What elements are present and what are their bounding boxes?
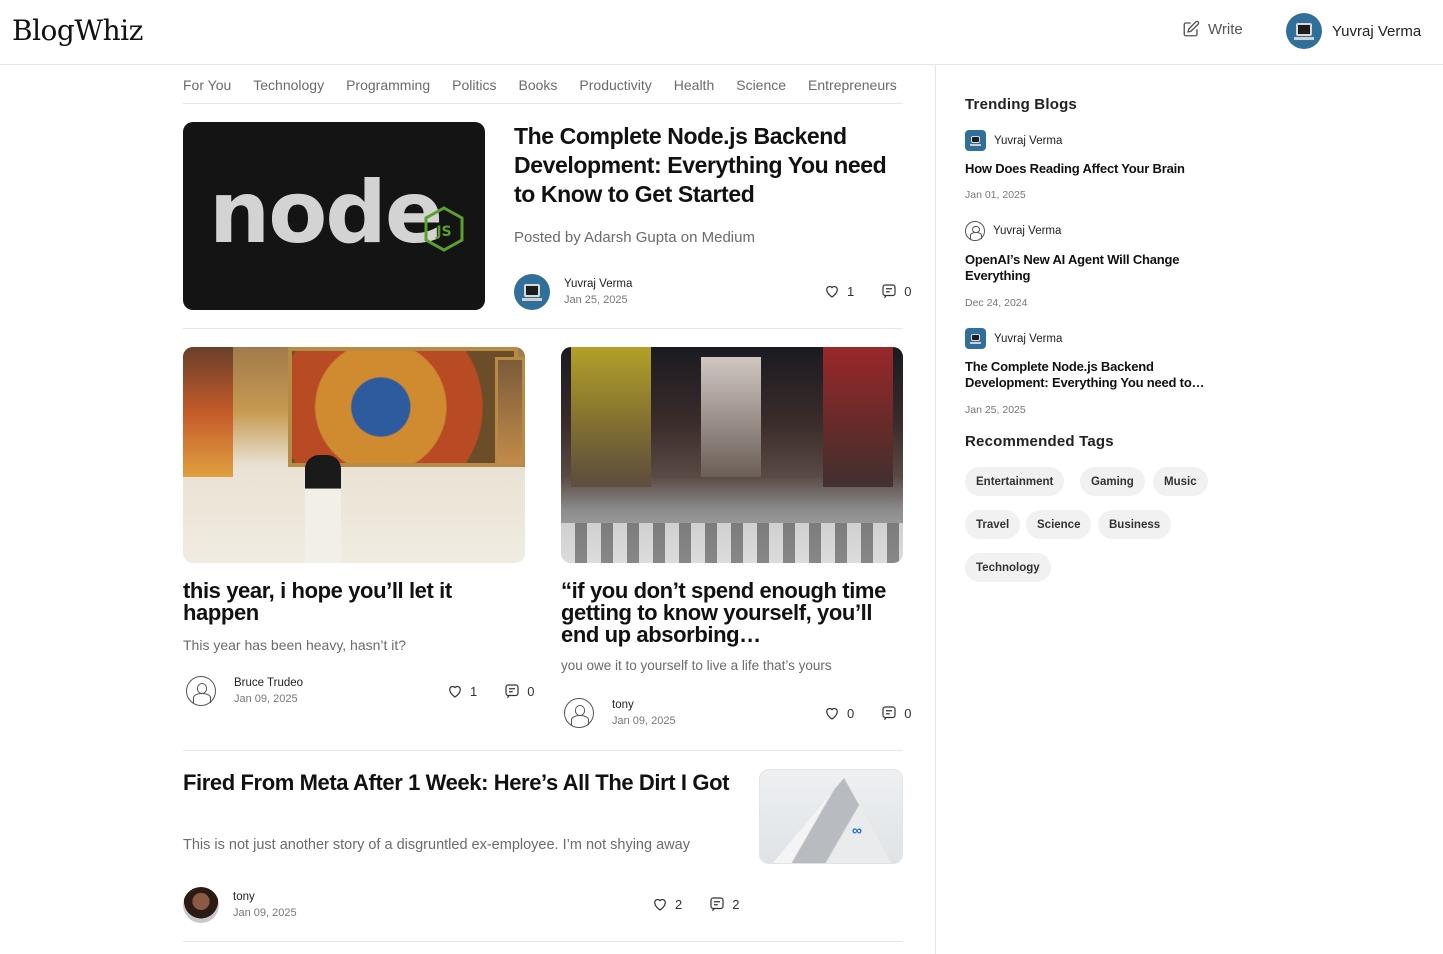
article-author[interactable]: tony Jan 09, 2025 <box>564 698 676 728</box>
article-thumbnail[interactable]: ∞ <box>759 769 903 864</box>
article-thumbnail[interactable] <box>183 347 525 563</box>
article-stats: 1 0 <box>823 282 911 300</box>
article-title[interactable]: The Complete Node.js Backend Development… <box>514 122 894 209</box>
divider <box>183 750 903 751</box>
tag-entertainment[interactable]: Entertainment <box>965 467 1065 496</box>
article-excerpt: you owe it to yourself to live a life th… <box>561 658 832 673</box>
tags-heading: Recommended Tags <box>965 433 1114 450</box>
svg-text:JS: JS <box>435 224 451 240</box>
article-thumbnail[interactable] <box>561 347 903 563</box>
site-logo[interactable]: BlogWhiz <box>12 14 143 47</box>
article-author[interactable]: Bruce Trudeo Jan 09, 2025 <box>186 676 303 706</box>
comment-count: 2 <box>732 896 740 912</box>
user-name: Yuvraj Verma <box>1332 22 1422 40</box>
write-label: Write <box>1208 20 1243 38</box>
comment-count: 0 <box>904 283 912 299</box>
trending-author[interactable]: Yuvraj Verma <box>965 328 1062 349</box>
author-name: Bruce Trudeo <box>234 677 304 689</box>
comment-count: 0 <box>527 683 535 699</box>
divider <box>183 328 903 329</box>
node-logo-text: node <box>209 163 443 263</box>
trending-date: Dec 24, 2024 <box>965 297 1028 309</box>
article-excerpt: This year has been heavy, hasn’t it? <box>183 637 407 653</box>
author-name: Yuvraj Verma <box>994 332 1063 345</box>
article-author[interactable]: Yuvraj Verma Jan 25, 2025 <box>514 274 632 310</box>
trending-heading: Trending Blogs <box>965 96 1077 113</box>
edit-square-icon <box>1183 20 1200 37</box>
author-name: Yuvraj Verma <box>993 225 1062 237</box>
like-count: 1 <box>847 283 855 299</box>
user-circle-icon <box>965 221 985 241</box>
article-title[interactable]: Fired From Meta After 1 Week: Here’s All… <box>183 769 743 797</box>
category-tabs: For You Technology Programming Politics … <box>183 66 903 104</box>
tab-technology[interactable]: Technology <box>253 77 324 93</box>
tag-music[interactable]: Music <box>1153 467 1208 496</box>
article-author[interactable]: tony Jan 09, 2025 <box>183 887 297 923</box>
tab-books[interactable]: Books <box>518 77 557 93</box>
comment-icon[interactable] <box>708 895 726 913</box>
tag-technology[interactable]: Technology <box>965 553 1051 582</box>
author-avatar <box>965 328 986 349</box>
trending-author[interactable]: Yuvraj Verma <box>965 221 1061 241</box>
write-button[interactable]: Write <box>1182 20 1243 38</box>
article-stats: 2 2 <box>651 895 739 913</box>
article-excerpt: Posted by Adarsh Gupta on Medium <box>514 229 755 246</box>
trending-date: Jan 25, 2025 <box>965 404 1026 416</box>
article-stats: 1 0 <box>446 682 534 700</box>
article-thumbnail[interactable]: node JS <box>183 122 485 310</box>
nodejs-hexagon-icon: JS <box>424 206 464 252</box>
trending-date: Jan 01, 2025 <box>965 189 1026 201</box>
tab-entrepreneurs[interactable]: Entrepreneurs <box>808 77 897 93</box>
author-avatar <box>965 130 986 151</box>
publish-date: Jan 25, 2025 <box>564 294 628 306</box>
article-excerpt: This is not just another story of a disg… <box>183 837 690 853</box>
user-circle-icon <box>186 676 216 706</box>
publish-date: Jan 09, 2025 <box>234 693 298 705</box>
tab-programming[interactable]: Programming <box>346 77 430 93</box>
author-name: tony <box>612 699 634 711</box>
tag-science[interactable]: Science <box>1026 510 1092 539</box>
comment-icon[interactable] <box>503 682 521 700</box>
tab-science[interactable]: Science <box>736 77 786 93</box>
tab-health[interactable]: Health <box>674 77 714 93</box>
trending-author[interactable]: Yuvraj Verma <box>965 130 1062 151</box>
user-avatar <box>1286 13 1322 49</box>
trending-title[interactable]: How Does Reading Affect Your Brain <box>965 161 1225 177</box>
divider <box>183 941 903 942</box>
article-title[interactable]: “if you don’t spend enough time getting … <box>561 580 903 646</box>
tag-gaming[interactable]: Gaming <box>1080 467 1145 496</box>
like-count: 2 <box>675 896 683 912</box>
comment-icon[interactable] <box>880 704 898 722</box>
article-stats: 0 0 <box>823 704 911 722</box>
user-circle-icon <box>564 698 594 728</box>
tag-travel[interactable]: Travel <box>965 510 1021 539</box>
trending-title[interactable]: OpenAI’s New AI Agent Will Change Everyt… <box>965 252 1225 284</box>
heart-icon[interactable] <box>823 704 841 722</box>
column-divider <box>935 65 936 954</box>
tab-politics[interactable]: Politics <box>452 77 496 93</box>
tag-business[interactable]: Business <box>1098 510 1172 539</box>
author-name: Yuvraj Verma <box>994 134 1063 147</box>
publish-date: Jan 09, 2025 <box>612 715 676 727</box>
author-avatar <box>183 887 219 923</box>
author-name: tony <box>233 891 255 903</box>
author-name: Yuvraj Verma <box>564 278 633 290</box>
heart-icon[interactable] <box>446 682 464 700</box>
user-menu[interactable]: Yuvraj Verma <box>1286 13 1421 49</box>
tab-for-you[interactable]: For You <box>183 77 231 93</box>
author-avatar <box>514 274 550 310</box>
comment-count: 0 <box>904 705 912 721</box>
like-count: 0 <box>847 705 855 721</box>
publish-date: Jan 09, 2025 <box>233 907 297 919</box>
comment-icon[interactable] <box>880 282 898 300</box>
heart-icon[interactable] <box>823 282 841 300</box>
like-count: 1 <box>470 683 478 699</box>
heart-icon[interactable] <box>651 895 669 913</box>
article-title[interactable]: this year, i hope you’ll let it happen <box>183 580 525 624</box>
top-nav: BlogWhiz Write Yuvraj Verma <box>0 0 1443 65</box>
meta-logo: ∞ <box>852 822 862 838</box>
trending-title[interactable]: The Complete Node.js Backend Development… <box>965 359 1225 391</box>
tab-productivity[interactable]: Productivity <box>579 77 651 93</box>
